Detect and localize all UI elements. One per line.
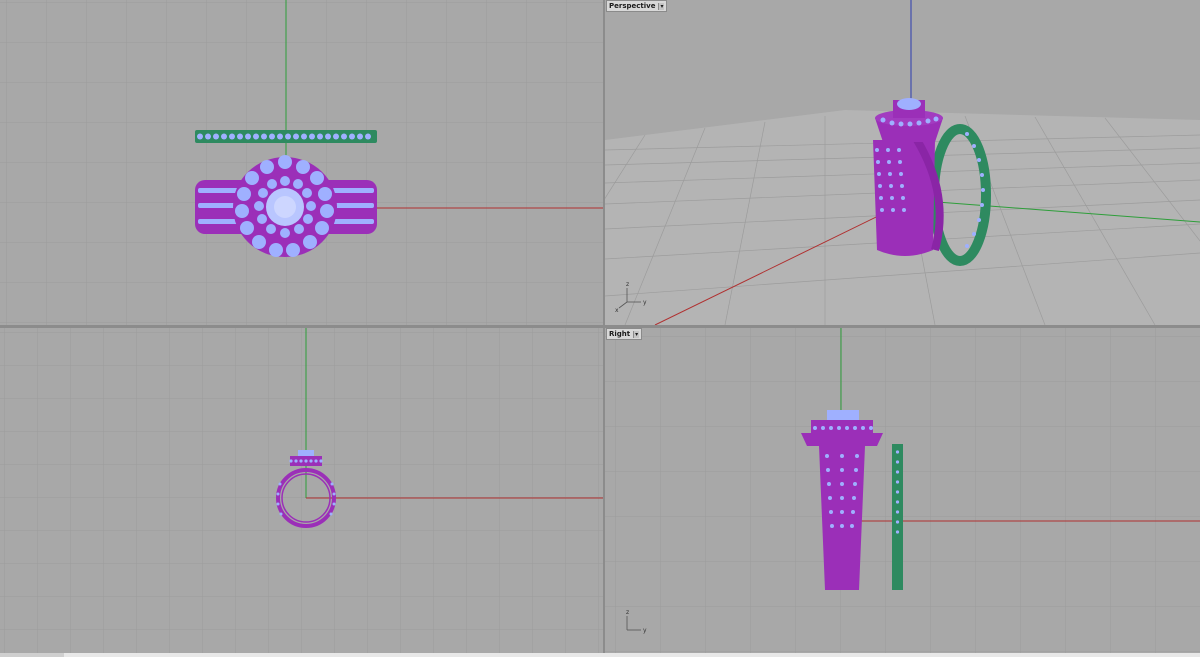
chevron-down-icon[interactable]: ▾ [633,330,640,338]
viewport-title-perspective[interactable]: Perspective ▾ [606,0,668,12]
viewport-title-right[interactable]: Right ▾ [606,328,643,340]
axis-label-z: z [626,609,629,616]
viewport-label: Right [609,330,631,338]
status-tab[interactable] [0,653,64,657]
status-bar [0,653,1200,657]
viewport-label: Perspective [609,2,656,10]
right-view-canvas: z y [605,328,1200,653]
axis-label-y: y [643,299,647,306]
wedding-band-right [892,444,903,590]
engagement-ring-perspective [873,98,944,256]
viewport-top[interactable] [0,0,603,325]
viewport-perspective[interactable]: Perspective ▾ z y x [605,0,1200,325]
wedding-band-top [195,130,377,143]
chevron-down-icon[interactable]: ▾ [658,2,665,10]
front-view-canvas [0,328,603,653]
viewport-right[interactable]: Right ▾ z y [605,328,1200,653]
axis-label-x: x [615,307,619,314]
top-view-canvas [0,0,603,325]
axis-label-z: z [626,281,629,288]
viewport-front[interactable] [0,328,603,653]
axis-label-y: y [643,627,647,634]
perspective-view-canvas: z y x [605,0,1200,325]
